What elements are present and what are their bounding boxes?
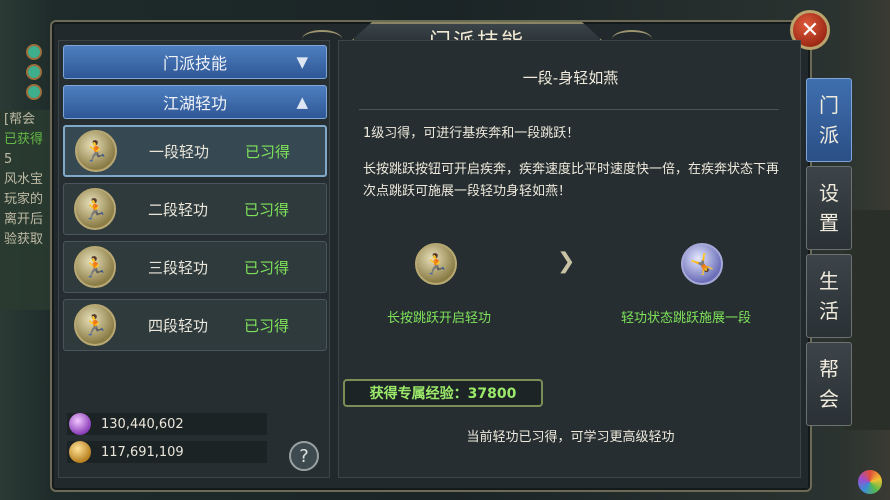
tab-label-char: 置 — [819, 211, 839, 235]
skill-status: 已习得 — [244, 316, 290, 335]
chat-line: 5 — [4, 152, 13, 167]
skill-detail-panel: 一段-身轻如燕 1级习得，可进行基疾奔和一段跳跃！ 长按跳跃按钮可开启疾奔，疾奔… — [338, 40, 801, 478]
detail-paragraph: 长按跳跃按钮可开启疾奔，疾奔速度比平时速度快一倍，在疾奔状态下再次点跳跃可施展一… — [363, 162, 780, 199]
exp-label: 获得专属经验：37800 — [369, 386, 517, 402]
chat-line: 离开后 — [4, 212, 44, 227]
chat-line: 玩家的 — [4, 192, 44, 207]
tab-label-char: 设 — [819, 181, 839, 205]
step-label: 轻功状态跳跃施展一段 — [620, 311, 751, 326]
category-label: 江湖轻功 — [162, 94, 227, 113]
runner-icon: 🏃 — [74, 246, 116, 288]
runner-icon: 🏃 — [74, 188, 116, 230]
exp-reward-badge: 获得专属经验：37800 — [343, 379, 543, 407]
chevron-up-icon: ▲ — [296, 93, 308, 111]
category-label: 门派技能 — [162, 54, 227, 73]
tab-sect[interactable]: 门 派 — [806, 78, 852, 162]
tab-label-char: 门 — [819, 93, 839, 117]
tab-label-char: 活 — [819, 299, 839, 323]
chat-line: [帮会 — [4, 112, 36, 127]
chevron-right-icon: ❯ — [557, 249, 576, 274]
jade-ornament-icon — [24, 40, 44, 110]
tab-life[interactable]: 生 活 — [806, 254, 852, 338]
skill-list-panel: 门派技能 ▼ 江湖轻功 ▲ 🏃 一段轻功 已习得 🏃 二段轻功 已习得 🏃 三段… — [58, 40, 330, 478]
detail-paragraph: 1级习得，可进行基疾奔和一段跳跃！ — [363, 126, 580, 141]
runner-icon: 🏃 — [75, 130, 117, 172]
category-sect-skills[interactable]: 门派技能 ▼ — [63, 45, 327, 79]
apple-logo-icon — [858, 470, 882, 494]
flying-leap-icon: 🤸 — [681, 243, 723, 285]
runner-icon: 🏃 — [74, 304, 116, 346]
currency-value: 130,440,602 — [101, 416, 184, 432]
question-icon: ? — [299, 445, 309, 467]
chat-line: 风水宝 — [4, 172, 44, 187]
chat-line: 已获得 — [4, 132, 44, 147]
help-button[interactable]: ? — [289, 441, 319, 471]
skill-status: 已习得 — [244, 258, 290, 277]
world-chat-overlay: [帮会 已获得 5 风水宝 玩家的 离开后 验获取 — [0, 110, 52, 310]
tab-guild[interactable]: 帮 会 — [806, 342, 852, 426]
currency-gold: 117,691,109 — [67, 441, 267, 463]
tab-label-char: 派 — [819, 123, 839, 147]
currency-value: 117,691,109 — [101, 444, 184, 460]
close-icon: ✕ — [800, 17, 820, 43]
skill-row-level-4[interactable]: 🏃 四段轻功 已习得 — [63, 299, 327, 351]
skill-status: 已习得 — [244, 200, 290, 219]
category-lightness-skills[interactable]: 江湖轻功 ▲ — [63, 85, 327, 119]
chat-line: 验获取 — [4, 232, 44, 247]
skill-name: 一段轻功 — [149, 142, 210, 161]
tab-label-char: 生 — [819, 269, 839, 293]
runner-icon: 🏃 — [415, 243, 457, 285]
skill-status: 已习得 — [245, 142, 291, 161]
purple-gem-icon — [69, 413, 91, 435]
divider — [359, 109, 779, 110]
skill-row-level-1[interactable]: 🏃 一段轻功 已习得 — [63, 125, 327, 177]
chevron-down-icon: ▼ — [296, 53, 308, 71]
skill-name: 三段轻功 — [148, 258, 209, 277]
skill-name: 四段轻功 — [148, 316, 209, 335]
step-label: 长按跳跃开启轻功 — [386, 311, 491, 326]
tab-label-char: 帮 — [819, 357, 839, 381]
tab-label-char: 会 — [819, 387, 839, 411]
skill-name: 二段轻功 — [148, 200, 209, 219]
skill-row-level-2[interactable]: 🏃 二段轻功 已习得 — [63, 183, 327, 235]
currency-gems: 130,440,602 — [67, 413, 267, 435]
tab-settings[interactable]: 设 置 — [806, 166, 852, 250]
skill-row-level-3[interactable]: 🏃 三段轻功 已习得 — [63, 241, 327, 293]
gold-ingot-icon — [69, 441, 91, 463]
detail-title: 一段-身轻如燕 — [522, 69, 619, 87]
status-note: 当前轻功已习得，可学习更高级轻功 — [466, 430, 675, 445]
